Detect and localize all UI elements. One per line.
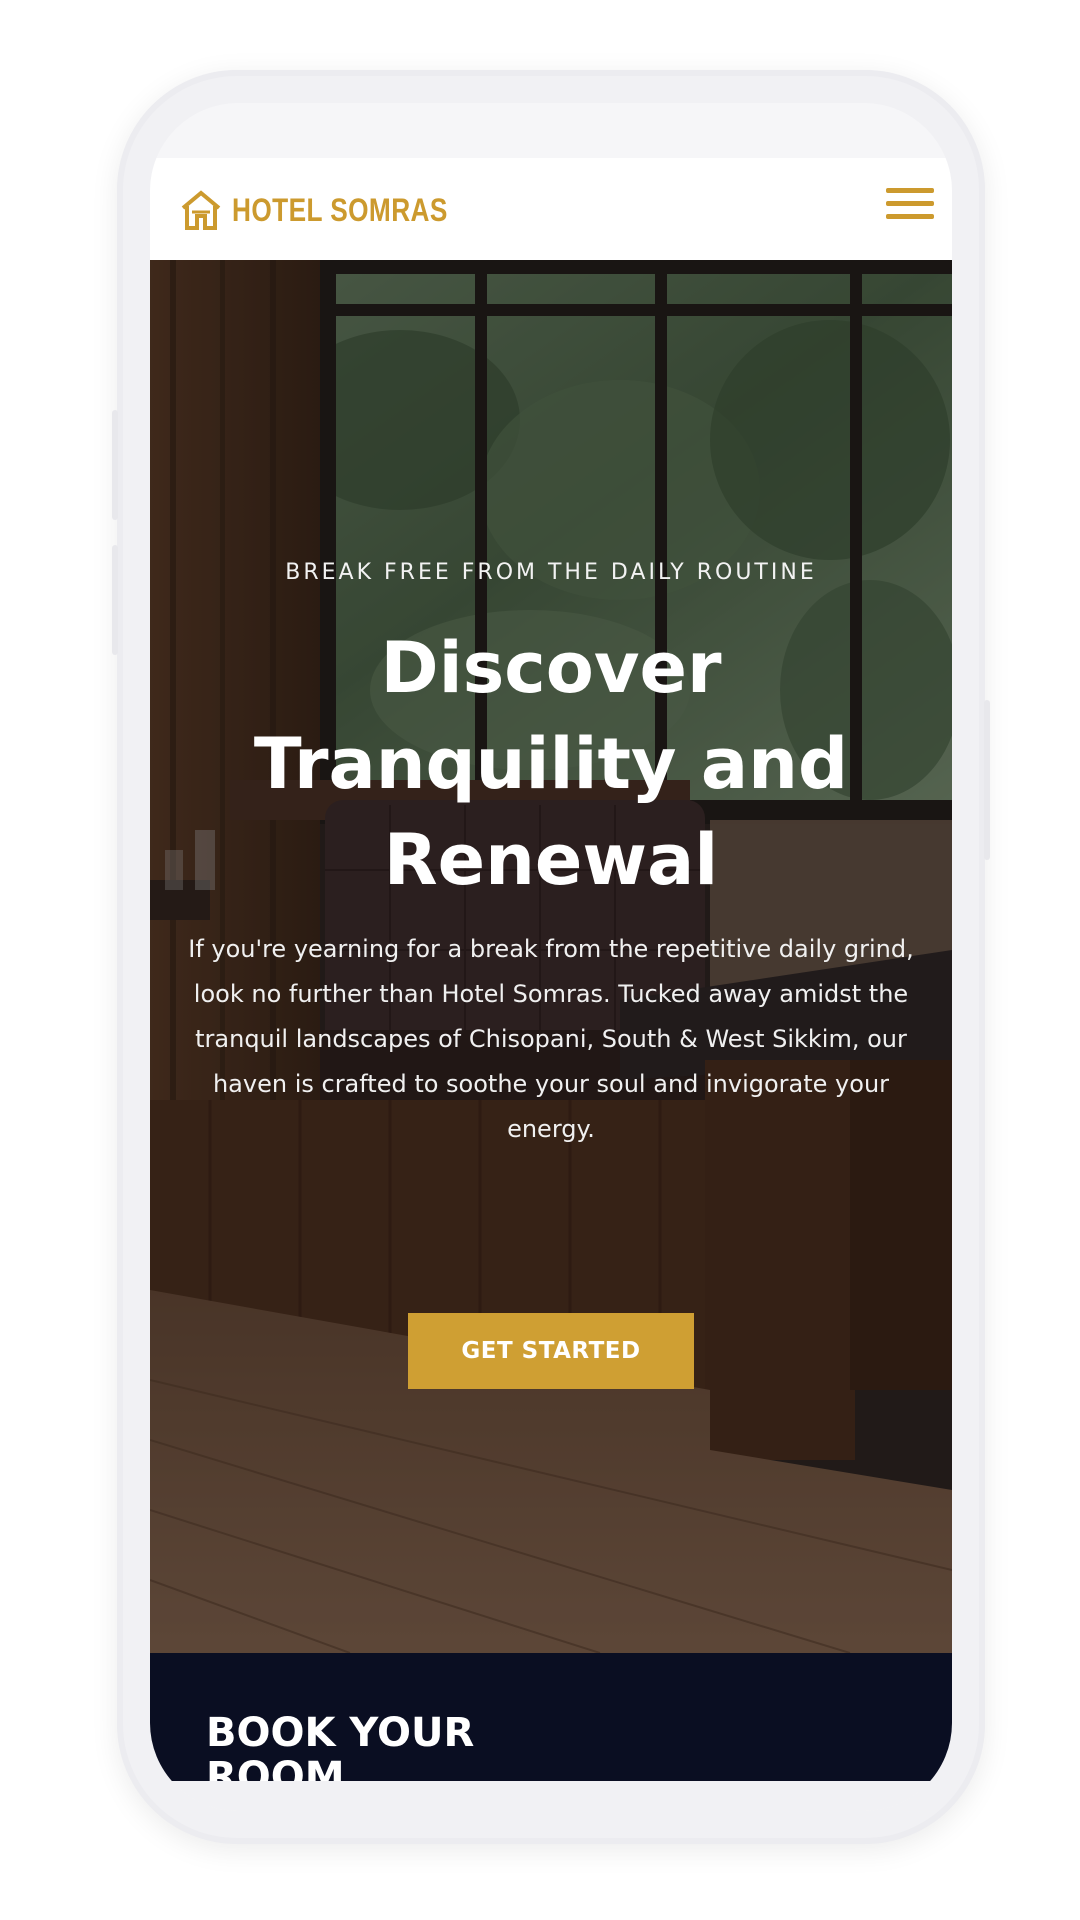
phone-bottom-bezel xyxy=(150,1781,952,1811)
hamburger-menu-icon[interactable] xyxy=(886,188,934,226)
house-outline-icon xyxy=(181,190,221,230)
brand-name: HOTEL SOMRAS xyxy=(232,191,448,228)
brand-logo[interactable]: HOTEL SOMRAS xyxy=(180,182,495,238)
hero-eyebrow: BREAK FREE FROM THE DAILY ROUTINE xyxy=(285,560,817,585)
phone-power-button xyxy=(984,700,990,860)
phone-screen: HOTEL SOMRAS BREAK FREE FROM THE DAILY R… xyxy=(150,103,952,1811)
phone-volume-button xyxy=(112,545,118,655)
booking-section: BOOK YOUR ROOM xyxy=(150,1653,952,1781)
hero-description: If you're yearning for a break from the … xyxy=(188,935,914,1143)
phone-volume-button xyxy=(112,410,118,520)
get-started-button[interactable]: GET STARTED xyxy=(408,1313,694,1389)
hero-title: Discover Tranquility and Renewal xyxy=(253,627,849,901)
site-header: HOTEL SOMRAS xyxy=(150,158,952,260)
hero-section: BREAK FREE FROM THE DAILY ROUTINE Discov… xyxy=(150,260,952,1653)
booking-title: BOOK YOUR ROOM xyxy=(206,1710,475,1781)
